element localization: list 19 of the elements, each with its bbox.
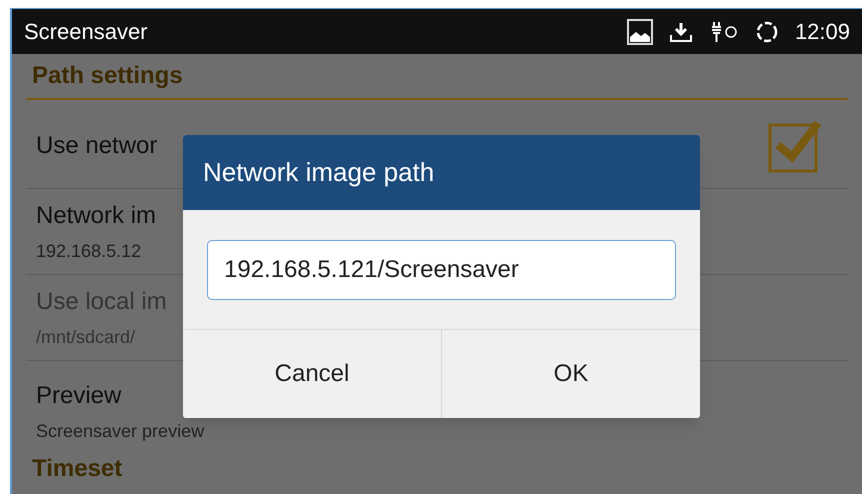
dialog-button[interactable]: Cancel xyxy=(183,330,441,418)
clock-time: 12:09 xyxy=(794,18,850,46)
setting-title: Network im xyxy=(36,201,156,231)
download-icon xyxy=(668,20,693,42)
dialog-button[interactable]: OK xyxy=(441,330,700,418)
setting-title: Use local im xyxy=(36,287,167,317)
screen-title: Screensaver xyxy=(24,18,148,46)
image-icon xyxy=(626,18,653,44)
sync-icon xyxy=(754,20,779,44)
setting-summary: 192.168.5.12 xyxy=(36,240,142,263)
section-header: Path settings xyxy=(32,61,183,91)
setting-title: Use networ xyxy=(36,130,158,160)
dialog-title: Network image path xyxy=(203,156,434,189)
setting-summary: Screensaver preview xyxy=(36,420,204,443)
path-input-field[interactable]: 192.168.5.121/Screensaver xyxy=(207,240,676,300)
setting-title: Preview xyxy=(36,381,122,411)
checkbox[interactable] xyxy=(768,118,822,172)
section-header: Timeset xyxy=(32,454,122,484)
setting-summary: /mnt/sdcard/ xyxy=(36,326,136,349)
